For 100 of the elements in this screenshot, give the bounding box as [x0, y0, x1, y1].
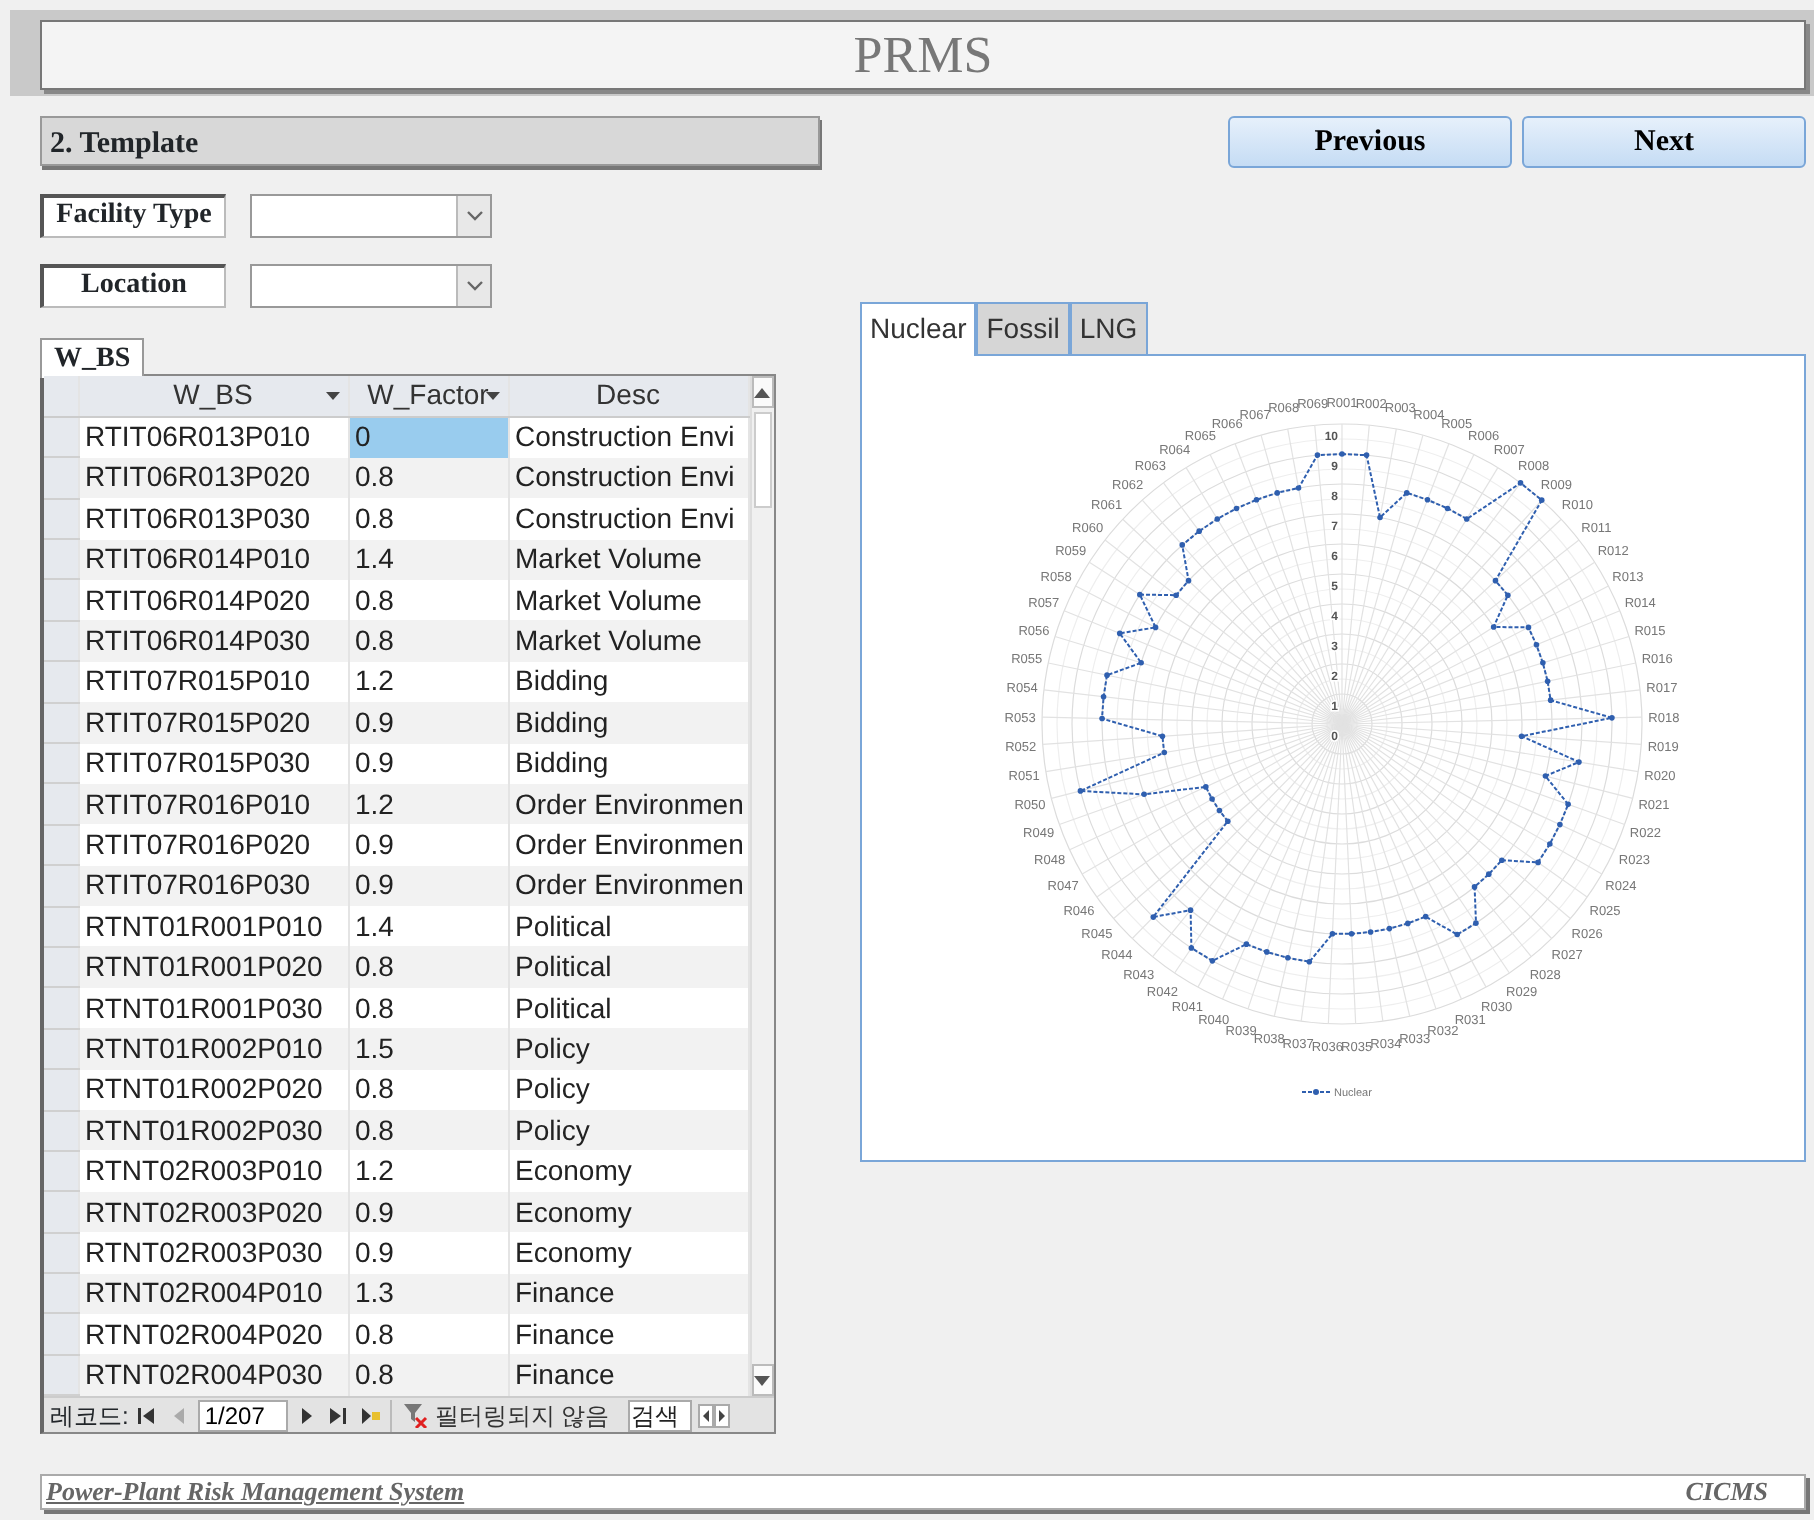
data-point	[1187, 907, 1194, 913]
table-cell: RTNT02R003P020	[78, 1191, 348, 1233]
data-point	[1471, 884, 1478, 890]
search-field[interactable]: 검색	[627, 1400, 692, 1432]
table-cell: 1.5	[348, 1028, 508, 1070]
data-point	[1405, 920, 1411, 927]
row-selector[interactable]	[44, 620, 78, 662]
legend-marker-icon	[1301, 1089, 1331, 1095]
row-selector[interactable]	[44, 416, 78, 458]
table-cell: 0.8	[348, 620, 508, 662]
table-cell: Policy	[508, 1110, 748, 1151]
data-point	[1216, 807, 1223, 814]
table-cell: Order Environmen	[508, 865, 748, 907]
row-selector[interactable]	[44, 987, 78, 1029]
data-point	[1339, 451, 1345, 457]
table-cell: Economy	[508, 1191, 748, 1233]
row-selector[interactable]	[44, 661, 78, 703]
row-selector[interactable]	[44, 498, 78, 540]
table-cell: Bidding	[508, 702, 748, 744]
data-point	[1454, 931, 1461, 938]
row-selector[interactable]	[44, 1191, 78, 1233]
scroll-left-icon	[697, 1404, 714, 1428]
row-selector[interactable]	[44, 457, 78, 499]
data-point	[1314, 452, 1321, 458]
scrollbar[interactable]	[749, 376, 774, 1396]
row-selector[interactable]	[44, 1150, 78, 1192]
row-selector[interactable]	[44, 702, 78, 744]
chart-tab[interactable]: Nuclear	[860, 302, 977, 356]
data-point	[1463, 516, 1470, 522]
nav-button[interactable]: Previous	[1228, 116, 1512, 168]
row-selector[interactable]	[44, 865, 78, 907]
data-point	[1499, 857, 1505, 863]
row-selector[interactable]	[44, 743, 78, 784]
table-cell: Construction Envi	[508, 457, 748, 499]
data-point	[1179, 542, 1185, 548]
table-cell: 1.3	[348, 1273, 508, 1314]
datasheet-tab[interactable]: W_BS	[40, 338, 145, 378]
data-point	[1367, 929, 1374, 935]
row-selector[interactable]	[44, 1273, 78, 1314]
row-selector[interactable]	[44, 1069, 78, 1111]
row-selector[interactable]	[44, 946, 78, 988]
table-cell: Finance	[508, 1273, 748, 1314]
field-label: Facility Type	[40, 194, 226, 238]
table-cell: 0.9	[348, 702, 508, 744]
data-point	[1116, 630, 1123, 637]
row-selector[interactable]	[44, 783, 78, 825]
row-selector[interactable]	[44, 1354, 78, 1396]
record-label: 레코드:	[50, 1400, 129, 1434]
select-all-corner[interactable]	[44, 376, 78, 417]
table-cell: RTIT06R013P020	[78, 457, 348, 499]
table-cell: Order Environmen	[508, 783, 748, 825]
column-header[interactable]: Desc	[508, 376, 748, 417]
column-header[interactable]: W_Factor	[348, 376, 508, 417]
data-point	[1517, 480, 1524, 486]
table-cell: 0.9	[348, 865, 508, 907]
field-label: Location	[40, 264, 226, 308]
record-position-field[interactable]: 1/207	[198, 1400, 289, 1432]
data-point	[1547, 841, 1553, 847]
data-point	[1505, 592, 1511, 598]
dropdown-field[interactable]	[250, 194, 492, 238]
data-point	[1538, 497, 1545, 503]
nav-button[interactable]: Next	[1522, 116, 1806, 168]
scroll-right-icon	[713, 1404, 730, 1428]
data-point	[1104, 672, 1110, 678]
chevron-down-icon	[465, 280, 483, 292]
row-selector[interactable]	[44, 579, 78, 621]
data-point	[1209, 958, 1216, 964]
table-cell: RTIT06R014P030	[78, 620, 348, 662]
data-point	[1209, 796, 1215, 802]
section-title: 2. Template	[40, 116, 820, 166]
row-selector[interactable]	[44, 1313, 78, 1355]
horizontal-scrollbar[interactable]	[697, 1404, 730, 1428]
row-selector[interactable]	[44, 906, 78, 947]
row-selector[interactable]	[44, 1028, 78, 1070]
table-cell: Political	[508, 946, 748, 988]
table-cell: 0	[348, 416, 508, 458]
chart-tab[interactable]: LNG	[1069, 302, 1148, 354]
row-selector[interactable]	[44, 824, 78, 866]
filter-button[interactable]: 필터링되지 않음	[390, 1400, 622, 1432]
data-point	[1225, 818, 1231, 825]
column-header[interactable]: W_BS	[78, 376, 348, 417]
row-selector[interactable]	[44, 539, 78, 580]
table-cell: RTNT01R001P020	[78, 946, 348, 988]
table-cell: RTNT02R004P010	[78, 1273, 348, 1314]
row-selector[interactable]	[44, 1110, 78, 1151]
data-point	[1576, 759, 1582, 765]
data-point	[1196, 528, 1202, 534]
scrollbar-thumb[interactable]	[753, 412, 772, 508]
app-title: PRMS	[40, 20, 1806, 90]
data-point	[1161, 749, 1168, 756]
row-selector[interactable]	[44, 1232, 78, 1274]
data-point	[1386, 925, 1393, 932]
data-point	[1137, 591, 1143, 598]
data-point	[1403, 490, 1410, 496]
dropdown-field[interactable]	[250, 264, 492, 308]
scroll-up-icon	[754, 387, 771, 397]
data-point	[1100, 693, 1107, 700]
table-cell: 0.9	[348, 1191, 508, 1233]
chart-tab[interactable]: Fossil	[976, 302, 1070, 354]
table-cell: 0.8	[348, 946, 508, 988]
